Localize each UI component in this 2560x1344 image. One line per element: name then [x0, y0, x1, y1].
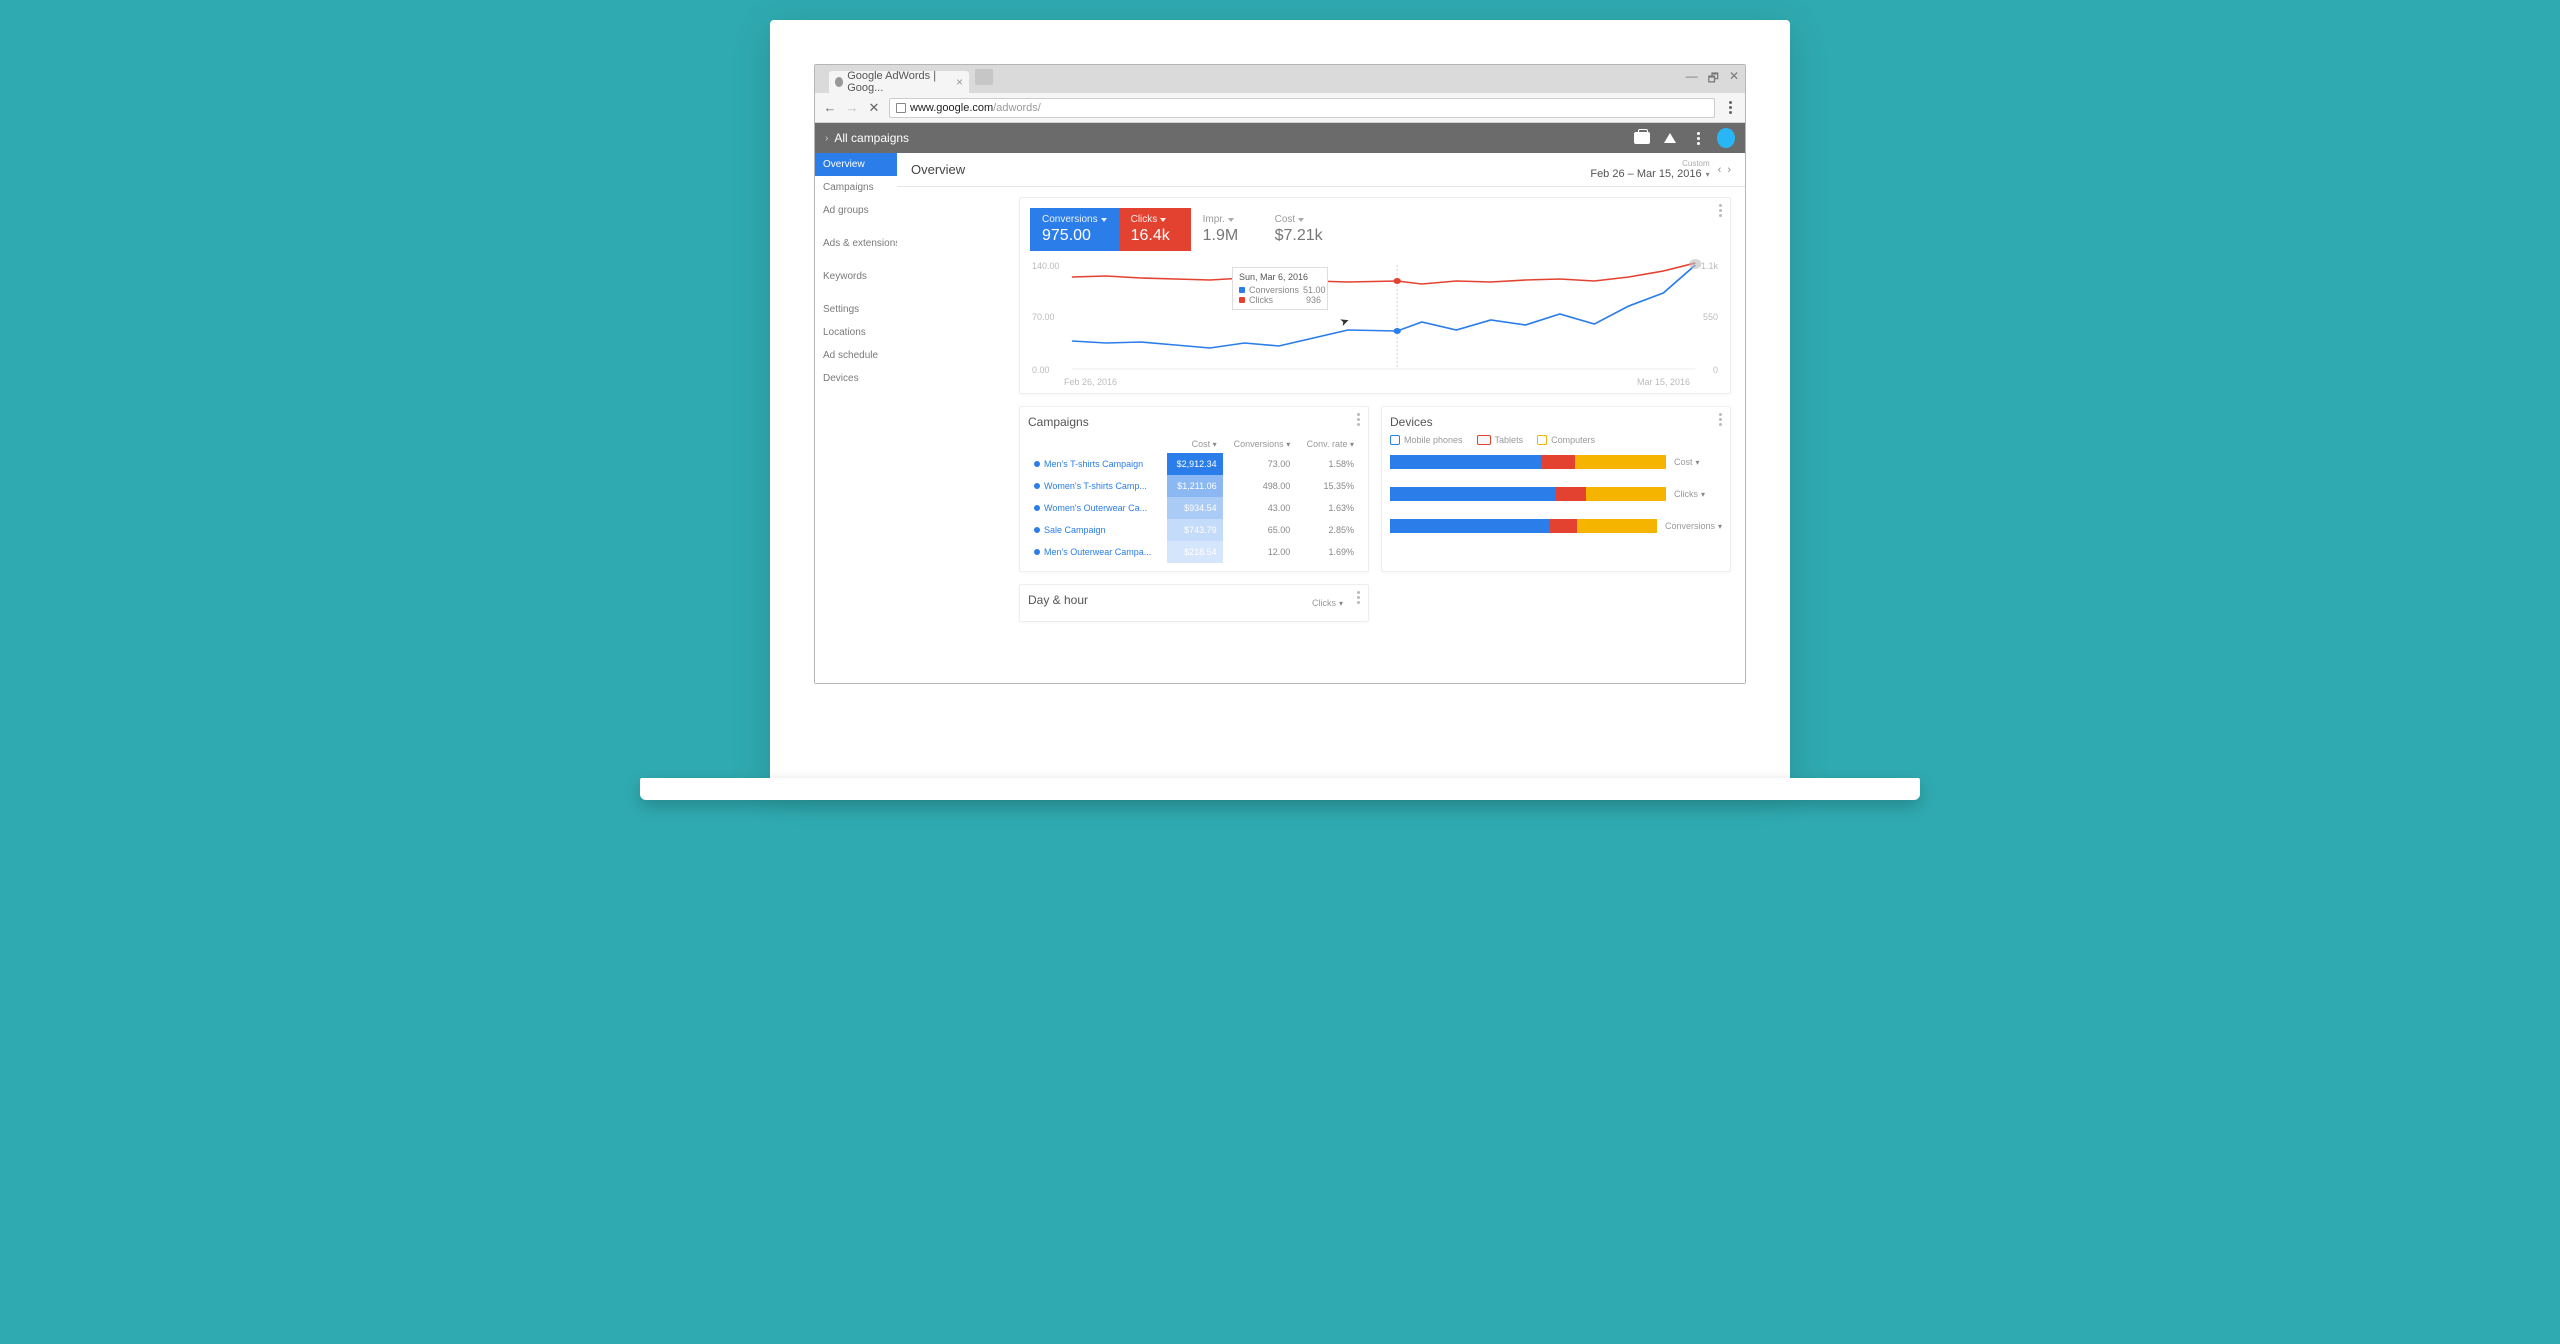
sidebar-item-settings[interactable]: Settings	[815, 298, 897, 321]
briefcase-icon[interactable]	[1633, 129, 1651, 147]
card-more-icon[interactable]	[1357, 413, 1360, 426]
metric-conversions[interactable]: Conversions 975.00	[1030, 208, 1119, 251]
x-start: Feb 26, 2016	[1064, 377, 1117, 387]
dayhour-metric[interactable]: Clicks▾	[1312, 598, 1360, 608]
metric-clicks[interactable]: Clicks 16.4k	[1119, 208, 1191, 251]
sidebar-item-keywords[interactable]: Keywords	[815, 265, 897, 288]
device-bar-row: Cost ▾	[1390, 455, 1722, 469]
table-row[interactable]: Men's T-shirts Campaign $2,912.3473.001.…	[1028, 453, 1360, 475]
date-prev-icon[interactable]: ‹	[1718, 164, 1722, 176]
avatar[interactable]	[1717, 129, 1735, 147]
card-more-icon[interactable]	[1357, 591, 1360, 604]
new-tab-button[interactable]	[975, 69, 993, 85]
sidebar: Overview Campaigns Ad groups Ads & exten…	[815, 153, 897, 683]
sidebar-item-campaigns[interactable]: Campaigns	[815, 176, 897, 199]
sidebar-item-adgroups[interactable]: Ad groups	[815, 199, 897, 222]
nav-chevron-icon[interactable]: ›	[825, 133, 828, 144]
campaigns-table: Cost ▾ Conversions ▾ Conv. rate ▾ Men's …	[1028, 435, 1360, 563]
overview-chart-card: Conversions 975.00 Clicks 16.4k Impr. 1.…	[1019, 197, 1731, 394]
date-range-picker[interactable]: Custom Feb 26 – Mar 15, 2016 ▾	[1590, 159, 1709, 180]
tab-title: Google AdWords | Goog...	[847, 70, 952, 94]
dayhour-title: Day & hour	[1028, 593, 1312, 607]
x-end: Mar 15, 2016	[1637, 377, 1690, 387]
app-content: Overview Campaigns Ad groups Ads & exten…	[815, 153, 1745, 683]
page-header: Overview Custom Feb 26 – Mar 15, 2016 ▾ ‹…	[897, 153, 1745, 187]
laptop-base	[640, 778, 1920, 800]
devices-card: Devices Mobile phones Tablets Computers …	[1381, 406, 1731, 572]
col-conversions[interactable]: Conversions ▾	[1223, 435, 1297, 453]
minimize-icon[interactable]: —	[1686, 69, 1698, 90]
date-range-value: Feb 26 – Mar 15, 2016	[1590, 168, 1701, 180]
browser-menu-icon[interactable]	[1723, 98, 1737, 118]
app-header-bar: › All campaigns	[815, 123, 1745, 153]
metric-tabs: Conversions 975.00 Clicks 16.4k Impr. 1.…	[1030, 208, 1720, 251]
computer-icon	[1537, 435, 1547, 445]
url-domain: www.google.com	[910, 102, 993, 114]
url-input[interactable]: www.google.com/adwords/	[889, 98, 1715, 118]
sidebar-item-overview[interactable]: Overview	[815, 153, 897, 176]
back-icon[interactable]: ←	[823, 101, 837, 115]
laptop-frame: Google AdWords | Goog... × — 🗗 ✕ ← → ✕ w…	[770, 20, 1790, 780]
sidebar-item-ads-extensions[interactable]: Ads & extensions	[815, 232, 897, 255]
metric-cost[interactable]: Cost $7.21k	[1263, 208, 1335, 251]
table-row[interactable]: Women's Outerwear Ca... $934.5443.001.63…	[1028, 497, 1360, 519]
chart-tooltip: Sun, Mar 6, 2016 Conversions51.00 Clicks…	[1232, 267, 1328, 310]
browser-address-bar: ← → ✕ www.google.com/adwords/	[815, 93, 1745, 123]
card-more-icon[interactable]	[1719, 204, 1722, 217]
table-row[interactable]: Sale Campaign $743.7965.002.85%	[1028, 519, 1360, 541]
page-title: Overview	[911, 162, 965, 177]
page-info-icon[interactable]	[896, 103, 906, 113]
devices-legend: Mobile phones Tablets Computers	[1390, 435, 1722, 445]
main-pane: Overview Custom Feb 26 – Mar 15, 2016 ▾ ‹…	[897, 153, 1745, 683]
date-next-icon[interactable]: ›	[1727, 164, 1731, 176]
close-window-icon[interactable]: ✕	[1729, 69, 1739, 90]
date-range-type: Custom	[1590, 159, 1709, 168]
chevron-down-icon: ▾	[1706, 170, 1710, 179]
maximize-icon[interactable]: 🗗	[1708, 69, 1719, 90]
close-tab-icon[interactable]: ×	[956, 75, 963, 89]
browser-window: Google AdWords | Goog... × — 🗗 ✕ ← → ✕ w…	[814, 64, 1746, 684]
stop-icon[interactable]: ✕	[867, 101, 881, 115]
table-row[interactable]: Men's Outerwear Campa... $218.5412.001.6…	[1028, 541, 1360, 563]
header-more-icon[interactable]	[1689, 129, 1707, 147]
col-convrate[interactable]: Conv. rate ▾	[1296, 435, 1360, 453]
browser-tab-strip: Google AdWords | Goog... × — 🗗 ✕	[815, 65, 1745, 93]
y-left-mid: 70.00	[1032, 312, 1055, 322]
browser-tab[interactable]: Google AdWords | Goog... ×	[829, 71, 969, 93]
trend-chart: 140.00 70.00 0.00 1.1k 550 0 Feb 26, 201…	[1030, 257, 1720, 387]
y-right-mid: 550	[1703, 312, 1718, 322]
device-bar-row: Conversions ▾	[1390, 519, 1722, 533]
sidebar-item-devices[interactable]: Devices	[815, 367, 897, 390]
tablet-icon	[1477, 435, 1491, 445]
window-controls: — 🗗 ✕	[1686, 69, 1739, 90]
breadcrumb-title: All campaigns	[834, 131, 909, 145]
y-right-bot: 0	[1713, 365, 1718, 375]
table-row[interactable]: Women's T-shirts Camp... $1,211.06498.00…	[1028, 475, 1360, 497]
tooltip-date: Sun, Mar 6, 2016	[1239, 272, 1321, 282]
y-left-top: 140.00	[1032, 261, 1060, 271]
device-bar-row: Clicks ▾	[1390, 487, 1722, 501]
bell-icon[interactable]	[1661, 129, 1679, 147]
campaigns-title: Campaigns	[1028, 415, 1360, 429]
dayhour-card: Day & hour Clicks▾	[1019, 584, 1369, 622]
col-cost[interactable]: Cost ▾	[1167, 435, 1223, 453]
forward-icon[interactable]: →	[845, 101, 859, 115]
sidebar-item-locations[interactable]: Locations	[815, 321, 897, 344]
date-pager: ‹ ›	[1718, 164, 1731, 176]
mobile-icon	[1390, 435, 1400, 445]
sidebar-item-adschedule[interactable]: Ad schedule	[815, 344, 897, 367]
devices-title: Devices	[1390, 415, 1722, 429]
card-more-icon[interactable]	[1719, 413, 1722, 426]
campaigns-card: Campaigns Cost ▾ Conversions ▾ Conv. rat…	[1019, 406, 1369, 572]
tab-favicon	[835, 77, 843, 87]
metric-impressions[interactable]: Impr. 1.9M	[1191, 208, 1263, 251]
url-path: /adwords/	[993, 102, 1041, 114]
y-right-top: 1.1k	[1701, 261, 1718, 271]
y-left-bot: 0.00	[1032, 365, 1050, 375]
